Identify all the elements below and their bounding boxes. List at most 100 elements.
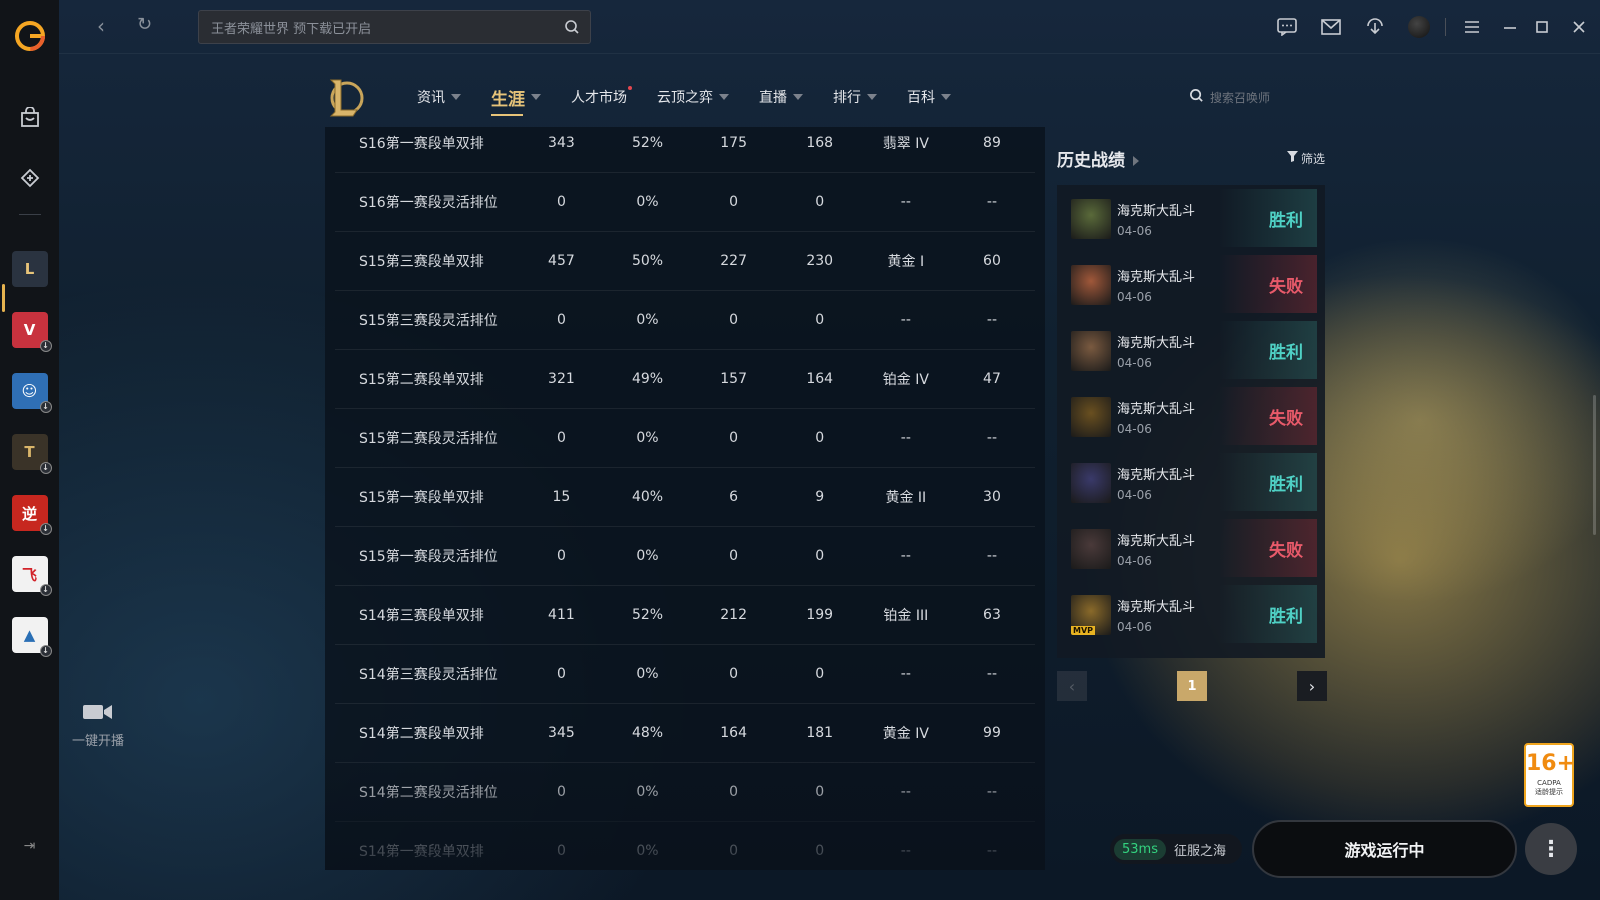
table-row: S16第一赛段灵活排位 0 0% 0 0 -- -- [335,172,1035,232]
stat-cell: 0% [636,783,659,800]
match-date: 04-06 [1117,356,1152,370]
ping-badge: 53ms [1114,838,1166,860]
tab-tft[interactable]: 云顶之弈 [657,87,729,107]
lol-logo-icon[interactable] [325,76,365,118]
tab-ranking[interactable]: 排行 [833,87,877,107]
stat-cell: 0 [556,665,566,682]
table-row: S14第一赛段单双排 0 0% 0 0 -- -- [335,821,1035,870]
rail-divider [18,214,41,215]
age-rating-badge: 16+ CADPA 适龄提示 [1524,743,1575,807]
page-number[interactable]: 1 [1177,671,1207,701]
match-result: 胜利 [1219,321,1317,379]
game-red-icon[interactable]: 逆 ↓ [11,495,52,535]
stat-cell: 47 [983,370,1001,387]
game-emblem-icon[interactable]: T ↓ [11,434,52,474]
match-item[interactable]: 海克斯大乱斗 04-06 失败 [1065,519,1317,579]
match-info: 海克斯大乱斗 04-06 [1117,332,1195,370]
stat-cell: 164 [806,370,834,387]
stat-cell: 0 [556,311,566,328]
chat-icon[interactable] [1265,18,1309,36]
download-badge-icon: ↓ [39,523,52,535]
stat-cell: 0 [815,193,825,210]
add-game-icon[interactable] [12,160,48,196]
tab-career[interactable]: 生涯 [491,85,541,116]
next-page-button[interactable]: › [1297,671,1327,701]
game-avatar-icon[interactable]: ☺ ↓ [11,373,52,413]
filter-button[interactable]: 筛选 [1286,150,1325,167]
minimize-icon[interactable] [1494,20,1526,34]
match-item[interactable]: 海克斯大乱斗 04-06 失败 [1065,387,1317,447]
match-mode: 海克斯大乱斗 [1117,270,1196,285]
match-mode: 海克斯大乱斗 [1117,534,1196,549]
age-rating-org: CADPA [1537,779,1561,787]
champion-avatar [1071,199,1111,239]
one-click-stream[interactable]: 一键开播 [68,702,128,749]
stat-cell: -- [986,193,997,210]
stat-cell: 0 [815,665,825,682]
tab-news[interactable]: 资讯 [417,87,461,107]
match-info: 海克斯大乱斗 04-06 [1117,266,1195,304]
app-logo-icon[interactable] [12,18,48,54]
refresh-icon[interactable]: ↻ [137,14,152,35]
prev-page-button[interactable]: ‹ [1057,671,1087,701]
match-result: 胜利 [1219,453,1317,511]
season-name-cell: S15第三赛段灵活排位 [359,312,498,329]
stat-cell: 0 [815,311,825,328]
summoner-search[interactable]: 搜索召唤师 [1189,88,1270,106]
stat-cell: 0 [815,783,825,800]
maximize-icon[interactable] [1526,20,1558,34]
stat-cell: 0 [815,547,825,564]
match-item[interactable]: 海克斯大乱斗 04-06 胜利 [1065,189,1317,249]
match-item[interactable]: MVP 海克斯大乱斗 04-06 胜利 [1065,585,1317,645]
menu-icon[interactable] [1450,20,1494,34]
stat-cell: 60 [983,252,1001,269]
match-date: 04-06 [1117,290,1152,304]
back-icon[interactable]: ‹ [97,14,105,38]
table-row: S15第三赛段单双排 457 50% 227 230 黄金 I 60 [335,231,1035,291]
stat-cell: 0% [636,193,659,210]
mail-icon[interactable] [1309,19,1353,35]
global-search-input[interactable]: 王者荣耀世界 预下载已开启 [198,10,591,44]
stat-cell: -- [900,193,911,210]
match-info: 海克斯大乱斗 04-06 [1117,200,1195,238]
stat-cell: 铂金 IV [882,371,929,388]
server-status[interactable]: 53ms 征服之海 [1110,834,1242,864]
tab-live[interactable]: 直播 [759,87,803,107]
tab-label: 云顶之弈 [657,90,713,106]
match-item[interactable]: 海克斯大乱斗 04-06 胜利 [1065,453,1317,513]
stat-cell: 48% [631,724,664,741]
match-mode: 海克斯大乱斗 [1117,600,1196,615]
match-item[interactable]: 海克斯大乱斗 04-06 胜利 [1065,321,1317,381]
launch-button[interactable]: 游戏运行中 [1252,820,1517,878]
stat-cell: 343 [548,134,575,151]
season-name-cell: S16第一赛段灵活排位 [359,194,498,211]
stat-cell: 0 [815,429,825,446]
tab-wiki[interactable]: 百科 [907,87,951,107]
match-item[interactable]: 海克斯大乱斗 04-06 失败 [1065,255,1317,315]
close-icon[interactable] [1558,20,1600,34]
game-qq-speed-icon[interactable]: 飞 ↓ [11,556,52,596]
user-avatar[interactable] [1397,16,1441,38]
scrollbar[interactable] [1593,395,1596,535]
download-manager-icon[interactable] [1353,18,1397,36]
stat-cell: 52% [631,134,664,151]
game-lol-icon[interactable]: L [11,251,48,287]
game-valorant-icon[interactable]: V ↓ [11,312,52,352]
stat-cell: 0 [556,547,566,564]
tab-talent-market[interactable]: 人才市场 [571,86,632,107]
table-row: S14第三赛段单双排 411 52% 212 199 铂金 III 63 [335,585,1035,645]
game-wings-icon[interactable]: ▲ ↓ [11,617,52,657]
season-name-cell: S15第三赛段单双排 [359,253,484,270]
table-row: S15第二赛段单双排 321 49% 157 164 铂金 IV 47 [335,349,1035,409]
more-options-icon[interactable]: ⋮ [1525,823,1577,875]
match-history-title-link[interactable]: 历史战绩 [1057,146,1139,171]
stream-label: 一键开播 [71,734,124,749]
search-icon [1189,88,1204,106]
search-icon[interactable] [564,19,580,39]
active-indicator [2,284,5,312]
collapse-rail-icon[interactable]: ⇥ [24,838,36,854]
store-bag-icon[interactable] [12,100,48,136]
stat-cell: -- [986,842,997,859]
chevron-down-icon [531,94,541,100]
stat-cell: 321 [548,370,575,387]
